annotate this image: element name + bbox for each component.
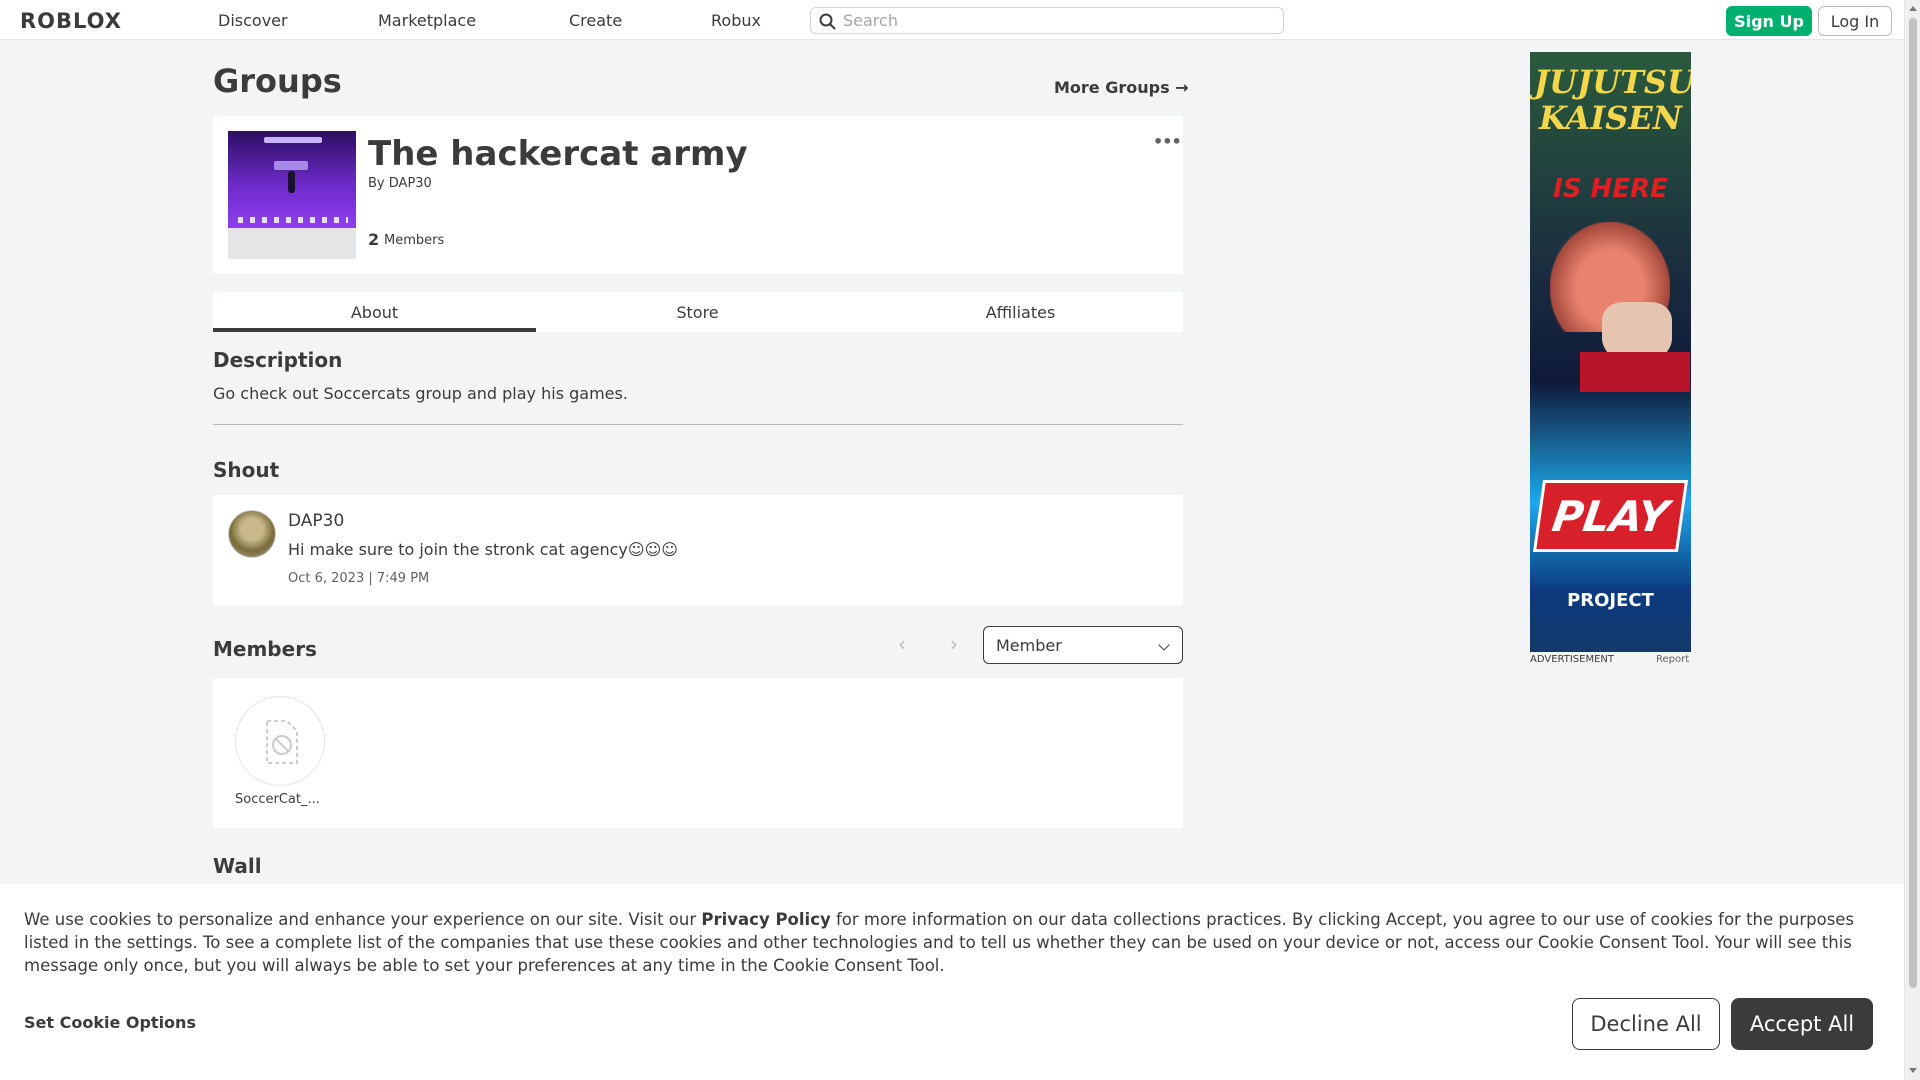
scroll-up-arrow-icon[interactable] (1909, 6, 1917, 11)
group-header-card: The hackercat army By DAP30 2 Members ••… (213, 116, 1183, 274)
member-role-select[interactable]: Member (983, 626, 1183, 664)
more-options-icon[interactable]: ••• (1153, 132, 1182, 151)
thumb-topbar (264, 137, 322, 143)
group-thumbnail (228, 131, 356, 259)
ad-report-link[interactable]: Report (1656, 654, 1689, 665)
search-placeholder: Search (843, 11, 898, 30)
member-name[interactable]: SoccerCat_... (235, 792, 320, 807)
page-title: Groups (213, 62, 342, 100)
tab-affiliates[interactable]: Affiliates (859, 292, 1182, 332)
search-input[interactable]: Search (810, 7, 1284, 34)
group-owner-prefix: By (368, 176, 385, 191)
shout-card: DAP30 Hi make sure to join the stronk ca… (213, 495, 1183, 605)
nav-marketplace[interactable]: Marketplace (378, 11, 476, 30)
member-count-label: Members (384, 233, 445, 248)
scroll-thumb[interactable] (1909, 18, 1917, 988)
tab-store[interactable]: Store (536, 292, 859, 332)
cookie-text-before: We use cookies to personalize and enhanc… (24, 910, 702, 929)
thumb-box (274, 161, 308, 170)
chevron-left-icon[interactable]: ‹ (898, 632, 906, 656)
members-title: Members (213, 637, 317, 661)
advertisement-banner[interactable]: JUJUTSU KAISEN IS HERE PLAY PROJECT (1530, 52, 1691, 652)
top-nav: ROBLOX Discover Marketplace Create Robux… (0, 0, 1904, 40)
chevron-down-icon (1158, 639, 1170, 651)
decline-all-button[interactable]: Decline All (1572, 998, 1720, 1050)
page-scrollbar[interactable] (1904, 0, 1920, 1080)
shout-timestamp: Oct 6, 2023 | 7:49 PM (288, 571, 430, 586)
thumb-toolbar (238, 217, 348, 223)
more-groups-link[interactable]: More Groups → (1054, 78, 1189, 97)
wall-title: Wall (213, 854, 262, 878)
ad-subtitle: IS HERE (1553, 174, 1668, 204)
group-name: The hackercat army (368, 134, 748, 174)
ad-play-button: PLAY (1532, 480, 1689, 552)
avatar[interactable] (228, 510, 276, 558)
ad-title: JUJUTSU KAISEN (1534, 63, 1691, 137)
privacy-policy-link[interactable]: Privacy Policy (701, 910, 830, 929)
shout-message: Hi make sure to join the stronk cat agen… (288, 540, 678, 559)
group-tabs: About Store Affiliates (213, 292, 1183, 332)
ad-footer: PROJECT (1567, 590, 1654, 611)
scroll-down-arrow-icon[interactable] (1909, 1068, 1917, 1073)
chevron-right-icon[interactable]: › (950, 632, 958, 656)
thumb-figure (288, 171, 295, 193)
login-button[interactable]: Log In (1818, 6, 1892, 36)
description-title: Description (213, 348, 343, 372)
nav-create[interactable]: Create (569, 11, 622, 30)
group-owner-link[interactable]: DAP30 (389, 176, 432, 191)
member-avatar[interactable] (235, 696, 325, 786)
ad-character-collar (1580, 352, 1690, 392)
signup-button[interactable]: Sign Up (1726, 6, 1812, 36)
shout-username[interactable]: DAP30 (288, 511, 344, 531)
accept-all-button[interactable]: Accept All (1731, 998, 1873, 1050)
divider (213, 424, 1183, 425)
missing-image-icon (266, 720, 298, 764)
set-cookie-options-link[interactable]: Set Cookie Options (24, 1013, 196, 1032)
ad-label: ADVERTISEMENT (1530, 654, 1615, 665)
group-owner: By DAP30 (368, 176, 432, 191)
cookie-text: We use cookies to personalize and enhanc… (24, 908, 1884, 977)
members-card: SoccerCat_... (213, 678, 1183, 828)
shout-title: Shout (213, 458, 280, 482)
nav-robux[interactable]: Robux (711, 11, 761, 30)
cookie-banner: We use cookies to personalize and enhanc… (0, 884, 1904, 1080)
nav-discover[interactable]: Discover (218, 11, 288, 30)
member-count: 2 (368, 230, 380, 249)
roblox-logo[interactable]: ROBLOX (20, 9, 122, 33)
tab-about[interactable]: About (213, 292, 536, 332)
search-icon (819, 13, 836, 30)
member-role-value: Member (996, 635, 1062, 655)
group-thumbnail-image (228, 131, 356, 228)
description-text: Go check out Soccercats group and play h… (213, 384, 628, 403)
